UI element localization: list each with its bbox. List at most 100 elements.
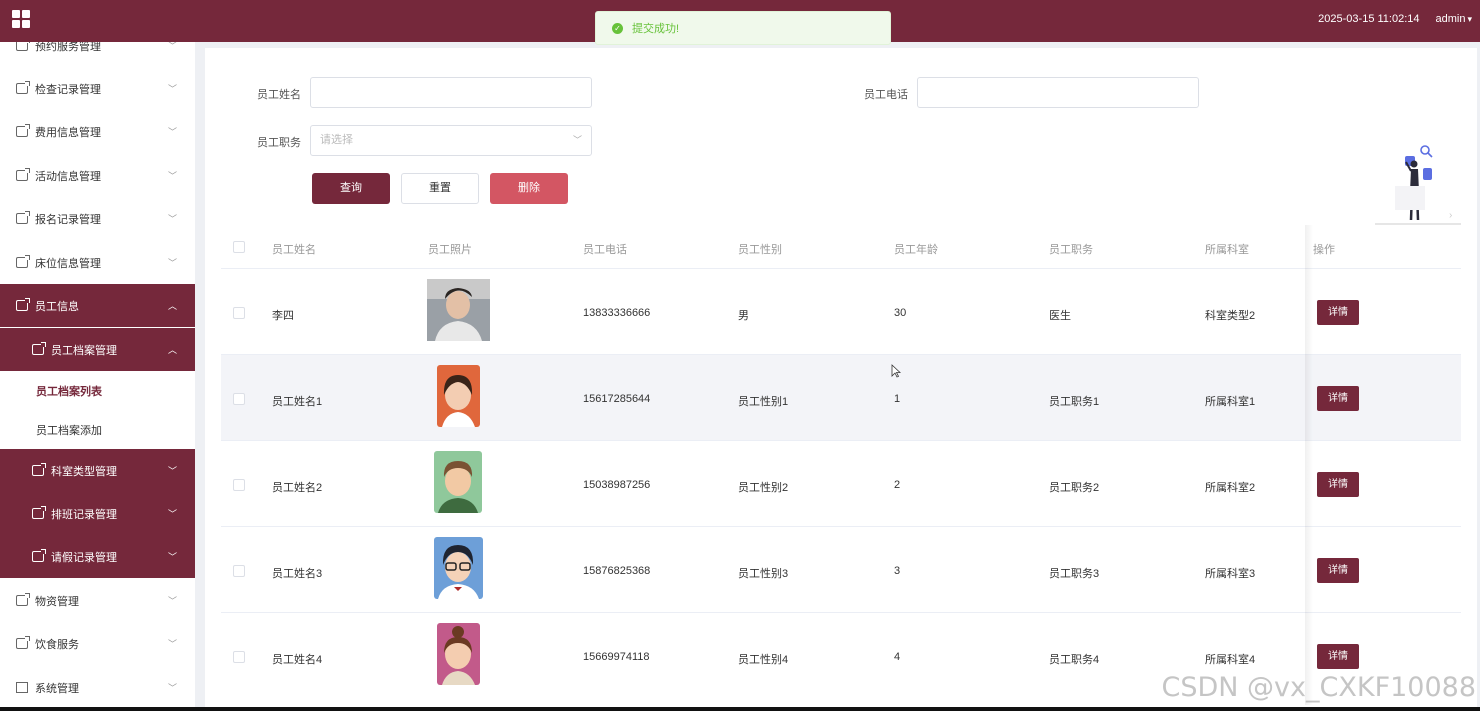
sidebar-item-label: 床位信息管理 — [35, 257, 101, 270]
job-select-placeholder: 请选择 — [320, 134, 353, 146]
staff-photo[interactable] — [437, 622, 480, 686]
datetime: 2025-03-15 11:02:14 — [1318, 13, 1420, 25]
row-checkbox[interactable] — [233, 479, 245, 491]
search-illustration: › — [1375, 145, 1461, 225]
chevron-down-icon: ﹀ — [167, 258, 177, 268]
chevron-down-icon: ﹀ — [167, 214, 177, 224]
cell-job: 员工职务3 — [1049, 568, 1100, 580]
row-checkbox[interactable] — [233, 565, 245, 577]
bottom-edge — [0, 707, 1480, 711]
cell-gender: 员工性别1 — [738, 396, 789, 408]
sidebar-item-diet[interactable]: 饮食服务 ﹀ — [0, 622, 195, 665]
query-button[interactable]: 查询 — [312, 173, 390, 204]
chevron-down-icon: ﹀ — [572, 135, 582, 145]
col-header: 员工照片 — [428, 244, 472, 256]
delete-button[interactable]: 删除 — [490, 173, 568, 204]
menu-doc-icon — [32, 463, 46, 476]
cell-gender: 员工性别3 — [738, 568, 789, 580]
mouse-cursor-icon — [891, 364, 901, 378]
select-all-checkbox[interactable] — [233, 241, 245, 253]
sidebar-item-checkup[interactable]: 检查记录管理 ﹀ — [0, 67, 195, 110]
cell-name: 员工姓名4 — [272, 654, 323, 666]
chevron-down-icon: ﹀ — [167, 171, 177, 181]
sidebar-item-system[interactable]: 系统管理 ﹀ — [0, 666, 195, 709]
sidebar-item-supplies[interactable]: 物资管理 ﹀ — [0, 579, 195, 622]
sidebar-item-label: 员工档案管理 — [51, 344, 117, 357]
chevron-down-icon: ﹀ — [167, 639, 177, 649]
phone-input[interactable] — [917, 77, 1199, 108]
menu-doc-icon — [32, 342, 46, 355]
staff-photo[interactable] — [437, 364, 480, 428]
sidebar-item-signup[interactable]: 报名记录管理 ﹀ — [0, 197, 195, 240]
col-header: 员工职务 — [1049, 244, 1093, 256]
sidebar-item-label: 饮食服务 — [35, 638, 79, 651]
sidebar-item-label: 费用信息管理 — [35, 126, 101, 139]
menu-doc-icon — [32, 549, 46, 562]
job-label: 员工职务 — [257, 137, 301, 149]
sidebar-item-dept-type[interactable]: 科室类型管理 ﹀ — [0, 449, 195, 492]
cell-gender: 男 — [738, 310, 749, 322]
detail-button[interactable]: 详情 — [1317, 386, 1359, 411]
row-checkbox[interactable] — [233, 651, 245, 663]
name-input[interactable] — [310, 77, 592, 108]
staff-table: 员工姓名 员工照片 员工电话 员工性别 员工年龄 员工职务 所属科室 操作 李四… — [221, 225, 1461, 699]
cell-dept: 科室类型2 — [1205, 310, 1256, 322]
staff-photo[interactable] — [434, 450, 482, 514]
staff-photo[interactable] — [434, 536, 483, 600]
menu-doc-icon — [16, 255, 30, 268]
cell-age: 30 — [894, 307, 907, 319]
sidebar-item-label: 员工档案列表 — [36, 385, 102, 398]
sidebar-item-bed[interactable]: 床位信息管理 ﹀ — [0, 241, 195, 284]
cell-name: 员工姓名2 — [272, 482, 323, 494]
menu-doc-icon — [16, 593, 30, 606]
sidebar-item-label: 检查记录管理 — [35, 83, 101, 96]
sidebar-item-staff-archive[interactable]: 员工档案管理 ︿ — [0, 328, 195, 371]
sidebar-item-label: 员工信息 — [35, 300, 79, 313]
detail-button[interactable]: 详情 — [1317, 644, 1359, 669]
sidebar-item-leave[interactable]: 请假记录管理 ﹀ — [0, 535, 195, 578]
menu-doc-icon — [16, 298, 30, 311]
sidebar-item-archive-list[interactable]: 员工档案列表 — [0, 371, 195, 410]
reset-button[interactable]: 重置 — [401, 173, 479, 204]
detail-button[interactable]: 详情 — [1317, 558, 1359, 583]
app-grid-icon[interactable] — [12, 10, 30, 28]
sidebar-item-staff[interactable]: 员工信息 ︿ — [0, 284, 195, 327]
sidebar-item-label: 预约服务管理 — [35, 42, 101, 53]
cell-job: 员工职务1 — [1049, 396, 1100, 408]
cell-dept: 所属科室2 — [1205, 482, 1256, 494]
col-header: 员工性别 — [738, 244, 782, 256]
detail-button[interactable]: 详情 — [1317, 472, 1359, 497]
cell-phone: 15876825368 — [583, 565, 651, 577]
menu-doc-icon — [16, 168, 30, 181]
cell-phone: 15669974118 — [583, 651, 650, 663]
table-row: 员工姓名2 15038987256 员工性别2 2 员工职务2 所属科室2 详情 — [221, 441, 1461, 527]
cell-dept: 所属科室3 — [1205, 568, 1256, 580]
svg-text:›: › — [1449, 210, 1452, 221]
detail-button[interactable]: 详情 — [1317, 300, 1359, 325]
sidebar-item-label: 物资管理 — [35, 595, 79, 608]
picture-icon — [16, 682, 28, 693]
sidebar-item-archive-add[interactable]: 员工档案添加 — [0, 410, 195, 449]
sidebar-item-appointment[interactable]: 预约服务管理 ﹀ — [0, 42, 195, 67]
cell-name: 员工姓名3 — [272, 568, 323, 580]
cell-job: 员工职务2 — [1049, 482, 1100, 494]
chevron-down-icon: ﹀ — [167, 466, 177, 476]
sidebar-item-fees[interactable]: 费用信息管理 ﹀ — [0, 110, 195, 153]
col-header: 所属科室 — [1205, 244, 1249, 256]
table-row: 员工姓名3 15876825368 员工性别3 3 员工职务3 所属科室3 详情 — [221, 527, 1461, 613]
main-panel: 员工姓名 员工电话 员工职务 请选择 ﹀ 查询 重置 删除 › 员工姓名 员工照… — [205, 48, 1477, 708]
table-row: 员工姓名1 15617285644 员工性别1 1 员工职务1 所属科室1 详情 — [221, 355, 1461, 441]
sidebar-item-schedule[interactable]: 排班记录管理 ﹀ — [0, 492, 195, 535]
sidebar-item-activity[interactable]: 活动信息管理 ﹀ — [0, 154, 195, 197]
watermark: CSDN @vx_CXKF10088 — [1161, 672, 1477, 703]
staff-photo[interactable] — [427, 278, 490, 342]
chevron-down-icon: ﹀ — [167, 42, 177, 51]
row-checkbox[interactable] — [233, 307, 245, 319]
user-menu[interactable]: admin — [1436, 13, 1473, 25]
cell-age: 2 — [894, 479, 901, 491]
chevron-up-icon: ︿ — [167, 301, 177, 311]
sidebar: 预约服务管理 ﹀ 检查记录管理 ﹀ 费用信息管理 ﹀ 活动信息管理 ﹀ 报名记录… — [0, 42, 195, 711]
sidebar-item-label: 系统管理 — [35, 682, 79, 695]
row-checkbox[interactable] — [233, 393, 245, 405]
job-select[interactable]: 请选择 ﹀ — [310, 125, 592, 156]
